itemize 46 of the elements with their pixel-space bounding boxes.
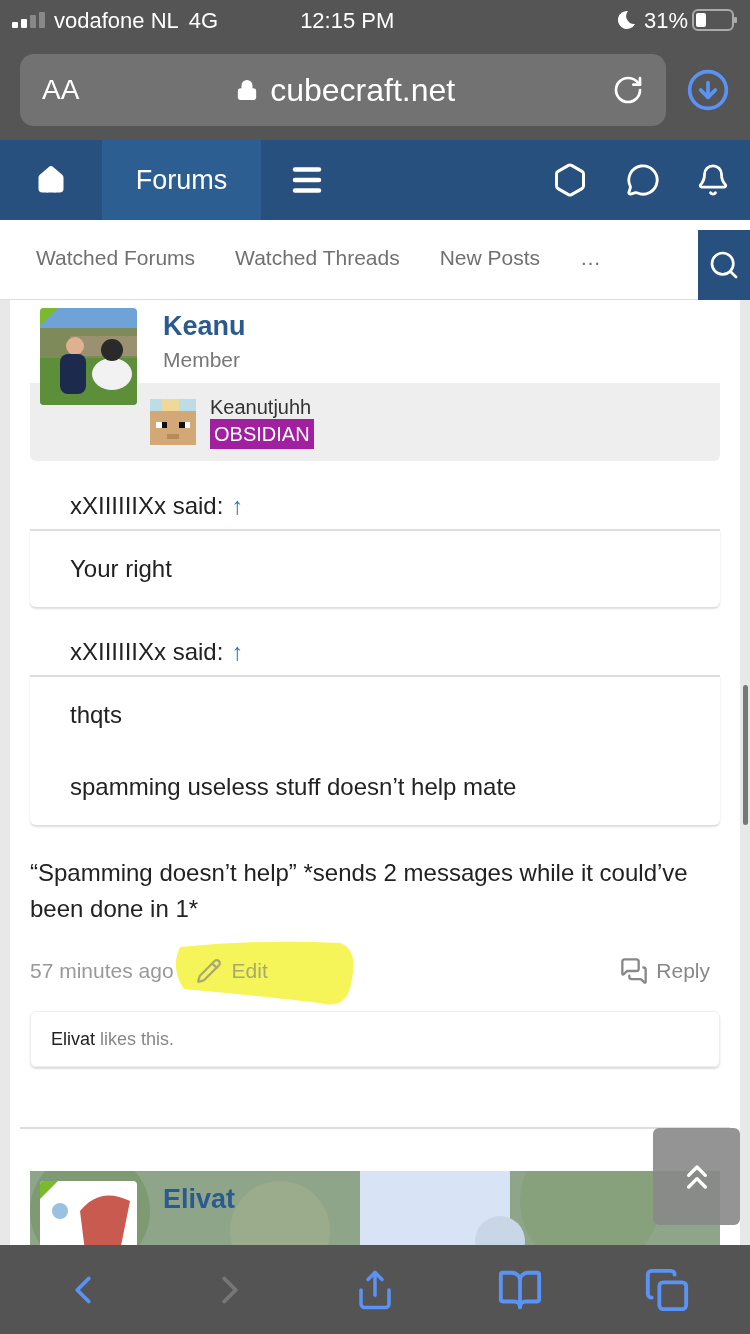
author-role: Member (163, 347, 242, 373)
quote-jump-link[interactable]: ↑ (231, 634, 244, 670)
network-text: 4G (188, 6, 219, 35)
quote-text: Your right (70, 554, 173, 584)
likes-text: likes this. (100, 1027, 175, 1051)
text-size-button[interactable]: AA (42, 69, 80, 111)
sub-nav-link[interactable]: Watched Threads (235, 242, 400, 274)
rank-tag: OBSIDIAN (210, 419, 314, 449)
lock-icon (236, 79, 259, 101)
reply-button[interactable]: Reply (620, 955, 710, 987)
battery-text: 31% (643, 6, 688, 35)
battery-icon (692, 9, 738, 31)
moon-icon (615, 10, 636, 30)
liker-link[interactable]: Elivat (51, 1025, 95, 1053)
download-icon[interactable] (686, 68, 730, 112)
home-icon[interactable] (36, 165, 66, 195)
signal-icon (12, 12, 46, 28)
quote-text: thqts (70, 700, 124, 730)
carrier-text: vodafone NL (54, 6, 179, 35)
bell-icon[interactable] (696, 163, 730, 197)
quote-text: spamming useless stuff doesn’t help mate (70, 772, 518, 802)
search-button[interactable] (698, 230, 750, 300)
next-author-name[interactable]: Elivat (163, 1181, 236, 1245)
sub-nav-link[interactable]: … (580, 242, 602, 274)
reload-icon[interactable] (612, 74, 644, 106)
tabs-icon[interactable] (643, 1266, 690, 1313)
scroll-top-button[interactable] (653, 1128, 740, 1225)
url-text: cubecraft.net (270, 71, 456, 110)
quote-author: xXIIIIIIXx said: (70, 491, 224, 521)
nav-tab[interactable]: Forums (102, 140, 261, 220)
ign-text: Keanutjuhh (210, 395, 312, 419)
skin-head-icon (150, 399, 196, 445)
address-bar[interactable]: AA cubecraft.net (20, 54, 666, 126)
quote-jump-link[interactable]: ↑ (231, 488, 244, 524)
quote-author: xXIIIIIIXx said: (70, 637, 224, 667)
post-time: 57 minutes ago (30, 958, 174, 985)
author-name[interactable]: Keanu (163, 308, 246, 344)
sub-nav-link[interactable]: New Posts (439, 242, 541, 274)
post-body: “Spamming doesn’t help” *sends 2 messages while it could’ve been done in 1* (30, 858, 689, 924)
chat-icon[interactable] (626, 163, 660, 197)
sub-nav-link[interactable]: Watched Forums (36, 242, 196, 274)
reply-icon (620, 957, 649, 985)
pencil-icon (195, 958, 222, 984)
search-icon (708, 249, 740, 281)
account-icon[interactable] (552, 162, 588, 198)
clock-text: 12:15 PM (300, 6, 395, 35)
